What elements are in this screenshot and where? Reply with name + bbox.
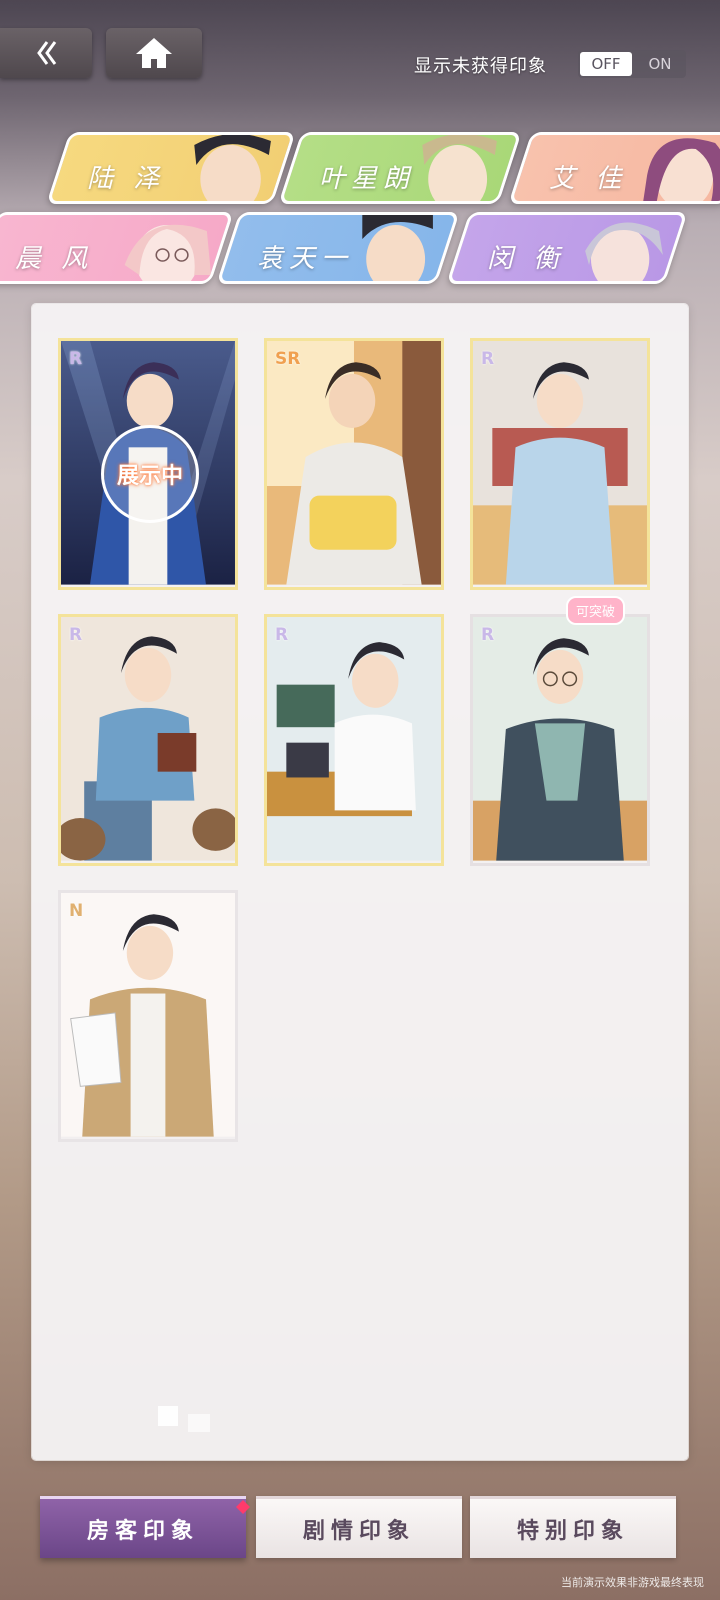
show-unobtained-toggle[interactable]: OFF ON	[578, 50, 686, 78]
character-portrait	[643, 138, 720, 201]
character-portrait	[585, 222, 664, 281]
character-tab-minheng[interactable]: 闵 衡	[446, 212, 688, 284]
impression-card[interactable]: N	[58, 890, 238, 1142]
disclaimer-text: 当前演示效果非游戏最终表现	[561, 1576, 704, 1589]
character-tab-chenfeng[interactable]: 晨 风	[0, 212, 234, 284]
impression-card[interactable]: R	[58, 614, 238, 866]
page-indicator	[158, 1406, 178, 1426]
character-name: 闵 衡	[487, 244, 566, 274]
tab-special-impression[interactable]: 特别印象	[470, 1496, 676, 1558]
double-chevron-left-icon	[37, 41, 57, 65]
character-portrait	[124, 224, 211, 281]
page-indicator	[188, 1414, 210, 1432]
character-tab-aijia[interactable]: 艾 佳	[508, 132, 720, 204]
character-tab-luze[interactable]: 陆 泽	[46, 132, 296, 204]
character-name: 袁天一	[257, 244, 354, 274]
toggle-off-option[interactable]: OFF	[580, 52, 632, 76]
card-artwork	[61, 617, 235, 861]
impression-card[interactable]: R 展示中	[58, 338, 238, 590]
rarity-label: R	[69, 625, 83, 645]
card-artwork	[473, 341, 647, 585]
character-portrait	[194, 135, 271, 201]
impression-card[interactable]: R	[264, 614, 444, 866]
character-name: 叶星朗	[319, 164, 416, 194]
active-tab-diamond-icon	[236, 1500, 250, 1514]
showing-badge: 展示中	[101, 425, 199, 523]
impression-card[interactable]: SR	[264, 338, 444, 590]
rarity-label: R	[69, 349, 83, 369]
tab-tenant-impression[interactable]: 房客印象	[40, 1496, 246, 1558]
home-icon	[136, 38, 172, 68]
character-tab-yuantianyi[interactable]: 袁天一	[216, 212, 460, 284]
impression-card[interactable]: R	[470, 338, 650, 590]
card-artwork	[267, 341, 441, 585]
character-name: 艾 佳	[549, 164, 628, 194]
impression-card[interactable]: R	[470, 614, 650, 866]
impression-card-panel: R 展示中 SR R R R R 可突破 N	[32, 304, 688, 1460]
toggle-on-option[interactable]: ON	[634, 50, 686, 78]
rarity-label: R	[481, 625, 495, 645]
rarity-label: N	[69, 901, 84, 921]
card-artwork	[473, 617, 647, 861]
back-button[interactable]	[0, 28, 92, 78]
show-unobtained-label: 显示未获得印象	[414, 56, 547, 77]
tab-story-impression[interactable]: 剧情印象	[256, 1496, 462, 1558]
rarity-label: R	[481, 349, 495, 369]
character-tab-yexinglang[interactable]: 叶星朗	[278, 132, 522, 204]
rarity-label: R	[275, 625, 289, 645]
character-name: 陆 泽	[87, 164, 166, 194]
home-button[interactable]	[106, 28, 202, 78]
card-artwork	[61, 893, 235, 1137]
card-artwork	[267, 617, 441, 861]
character-name: 晨 风	[14, 244, 94, 274]
rarity-label: SR	[275, 349, 301, 369]
breakthrough-badge: 可突破	[566, 596, 626, 625]
